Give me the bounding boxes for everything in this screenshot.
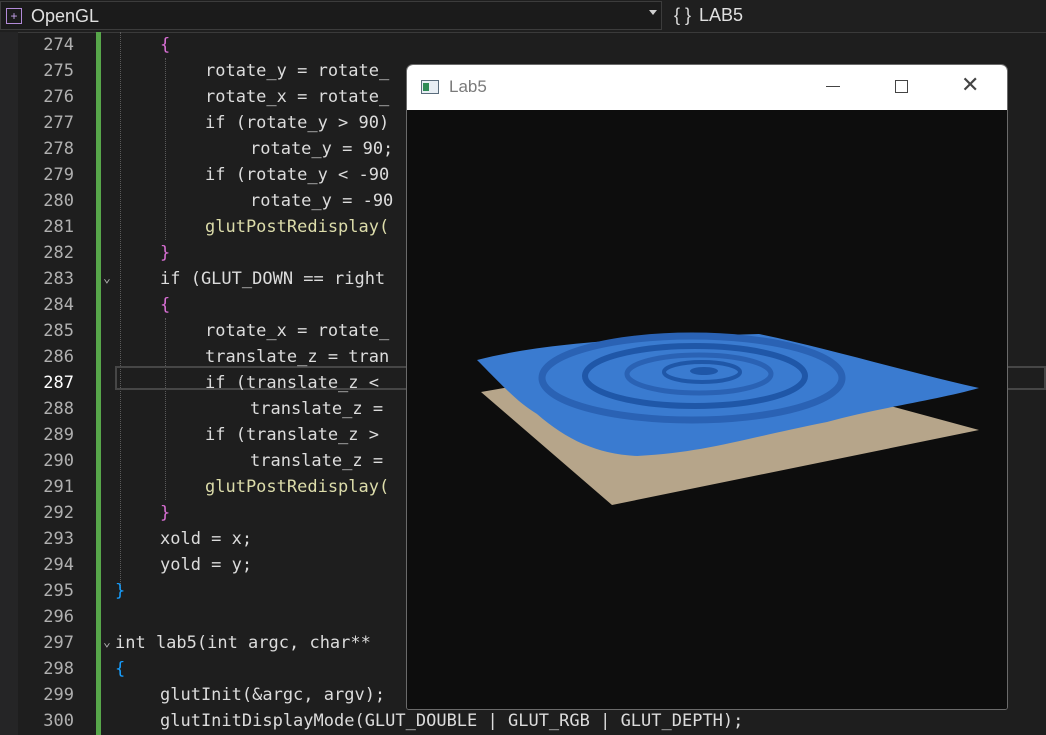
scope-label: OpenGL (31, 6, 100, 26)
code-text: { (160, 32, 170, 58)
code-text: rotate_x = rotate_ (205, 87, 390, 107)
code-text: glutInitDisplayMode(GLUT_DOUBLE | GLUT_R… (160, 711, 744, 731)
code-text: { (115, 659, 126, 679)
braces-icon: { } (674, 5, 692, 25)
close-icon: ✕ (961, 73, 980, 98)
line-number: 274 (43, 35, 74, 55)
code-text: { (160, 35, 171, 55)
collapse-chevron-icon[interactable]: ⌄ (103, 630, 111, 656)
code-text: rotate_y = 90; (250, 139, 394, 159)
line-number: 285 (43, 321, 74, 341)
close-button[interactable]: ✕ (947, 65, 993, 110)
line-number: 293 (43, 529, 74, 549)
maximize-icon (895, 80, 908, 93)
line-number: 297 (43, 633, 74, 653)
collapse-chevron-icon[interactable]: ⌄ (103, 266, 111, 292)
line-number: 289 (43, 425, 74, 445)
line-number: 286 (43, 347, 74, 367)
code-text: translate_z = tran (205, 347, 390, 367)
line-number: 287 (43, 373, 74, 393)
line-number: 288 (43, 399, 74, 419)
app-icon (421, 80, 439, 94)
line-number: 292 (43, 503, 74, 523)
code-text: } (115, 581, 126, 601)
opengl-canvas[interactable] (407, 110, 1007, 709)
chevron-down-icon (649, 10, 657, 15)
line-number: 296 (43, 607, 74, 627)
code-text: yold = y; (160, 555, 253, 575)
member-label: LAB5 (699, 5, 744, 25)
class-scope-icon: + (6, 8, 22, 24)
code-text: glutPostRedisplay( (205, 217, 390, 237)
code-text: if (translate_z < (205, 373, 379, 393)
code-text: if (GLUT_DOWN == right (160, 269, 386, 289)
code-text: if (rotate_y > 90) (205, 113, 390, 133)
line-number: 290 (43, 451, 74, 471)
maximize-button[interactable] (878, 65, 924, 110)
scope-dropdown[interactable]: + OpenGL (0, 1, 662, 30)
code-text: } (160, 243, 171, 263)
line-number: 283 (43, 269, 74, 289)
line-number: 278 (43, 139, 74, 159)
code-text: { (160, 295, 171, 315)
code-text: glutInit(&argc, argv); (160, 685, 386, 705)
line-number: 295 (43, 581, 74, 601)
code-text: } (160, 503, 171, 523)
line-number: 299 (43, 685, 74, 705)
navigation-bar: + OpenGL { } LAB5 (0, 0, 1046, 33)
line-number: 298 (43, 659, 74, 679)
line-number: 300 (43, 711, 74, 731)
code-text: rotate_x = rotate_ (205, 321, 390, 341)
code-text: translate_z = (250, 399, 384, 419)
line-number: 294 (43, 555, 74, 575)
minimize-icon (826, 86, 840, 87)
line-number: 281 (43, 217, 74, 237)
code-text: rotate_y = rotate_ (205, 61, 390, 81)
code-text: rotate_y = -90 (250, 191, 394, 211)
line-number: 276 (43, 87, 74, 107)
code-text: xold = x; (160, 529, 253, 549)
code-text: int lab5(int argc, char** (115, 633, 371, 653)
ripple-center (690, 367, 718, 375)
minimize-button[interactable] (809, 65, 855, 110)
line-number: 275 (43, 61, 74, 81)
window-title: Lab5 (449, 77, 487, 96)
member-dropdown[interactable]: { } LAB5 (666, 1, 1046, 30)
code-text: if (translate_z > (205, 425, 379, 445)
window-titlebar[interactable]: Lab5 ✕ (407, 65, 1007, 110)
line-number: 291 (43, 477, 74, 497)
line-number: 284 (43, 295, 74, 315)
line-number: 279 (43, 165, 74, 185)
line-number: 280 (43, 191, 74, 211)
lab5-window[interactable]: Lab5 ✕ (406, 64, 1008, 710)
code-text: translate_z = (250, 451, 384, 471)
code-line: 274 { (0, 32, 1046, 58)
line-number: 277 (43, 113, 74, 133)
code-line: 300 glutInitDisplayMode(GLUT_DOUBLE | GL… (0, 708, 1046, 734)
line-number: 282 (43, 243, 74, 263)
code-text: glutPostRedisplay( (205, 477, 390, 497)
code-text: if (rotate_y < -90 (205, 165, 390, 185)
